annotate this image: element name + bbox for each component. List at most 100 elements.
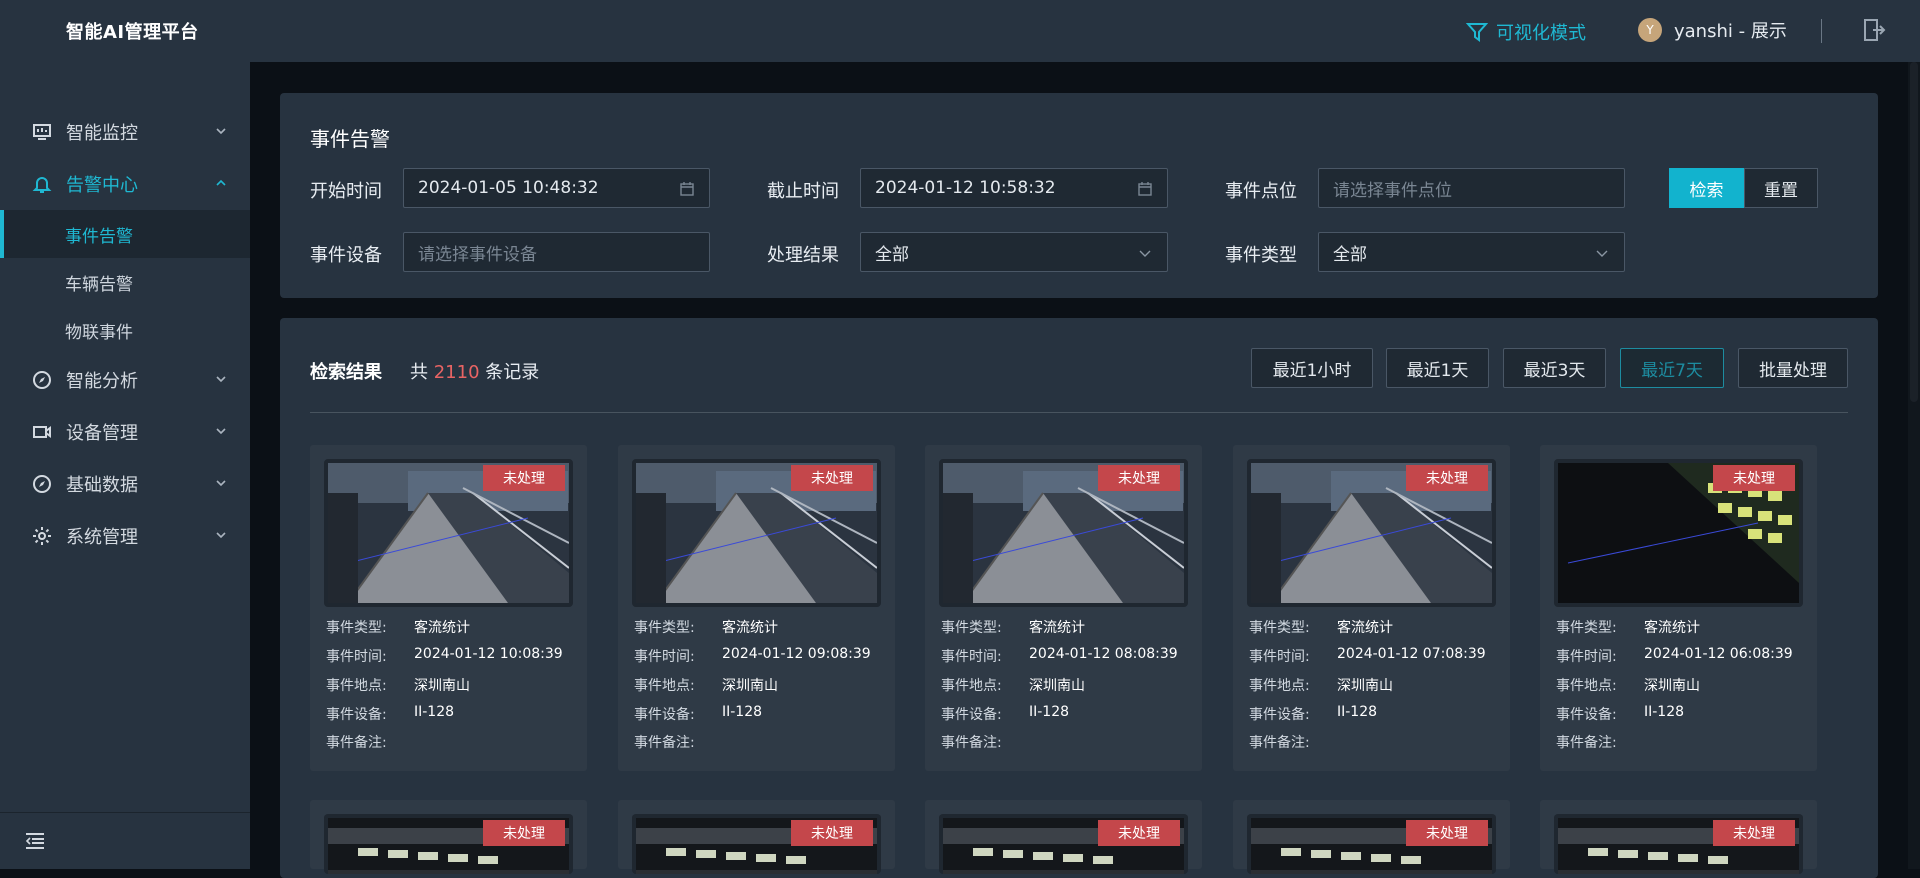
compass-icon: [32, 474, 52, 494]
chevron-down-icon: [216, 128, 226, 135]
batch-process-button[interactable]: 批量处理: [1738, 348, 1848, 388]
sidebar-item-device[interactable]: 设备管理: [0, 406, 250, 458]
sidebar-item-label: 智能监控: [66, 123, 138, 144]
event-type-row: 事件类型: 客流统计: [634, 617, 778, 637]
event-device-select[interactable]: 请选择事件设备: [403, 232, 710, 272]
event-time-row: 事件时间: 2024-01-12 10:08:39: [326, 646, 563, 666]
sidebar-item-system[interactable]: 系统管理: [0, 510, 250, 562]
status-badge: 未处理: [791, 820, 873, 846]
sidebar-item-monitor[interactable]: 智能监控: [0, 106, 250, 158]
event-thumbnail[interactable]: 未处理: [939, 459, 1188, 607]
event-note-row: 事件备注:: [326, 732, 414, 752]
start-time-input[interactable]: 2024-01-05 10:48:32: [403, 168, 710, 208]
event-time-key: 事件时间:: [1556, 649, 1617, 665]
search-button[interactable]: 检索: [1669, 168, 1744, 208]
status-badge: 未处理: [1406, 820, 1488, 846]
event-note-row: 事件备注:: [634, 732, 722, 752]
divider: [1821, 19, 1822, 43]
status-badge: 未处理: [1713, 465, 1795, 491]
visual-mode-link[interactable]: 可视化模式: [1466, 19, 1586, 45]
count-prefix: 共: [410, 362, 428, 383]
event-place-key: 事件地点:: [941, 678, 1002, 694]
result-count: 共 2110 条记录: [410, 358, 539, 384]
event-thumbnail[interactable]: 未处理: [1554, 814, 1803, 874]
event-card[interactable]: 未处理: [1233, 800, 1510, 874]
event-time-value: 2024-01-12 07:08:39: [1337, 646, 1486, 662]
event-type-value: 客流统计: [1337, 620, 1393, 636]
event-thumbnail[interactable]: 未处理: [632, 814, 881, 874]
sidebar-subitem-iot-event[interactable]: 物联事件: [0, 306, 250, 354]
monitor-icon: [32, 122, 52, 142]
event-card[interactable]: 未处理 事件类型: 客流统计 事件时间: 2024-01-12 10:08:39…: [310, 445, 587, 771]
event-time-key: 事件时间:: [326, 649, 387, 665]
event-thumbnail[interactable]: 未处理: [1247, 459, 1496, 607]
event-thumbnail[interactable]: 未处理: [1554, 459, 1803, 607]
event-card[interactable]: 未处理: [1540, 800, 1817, 874]
range-1-day-button[interactable]: 最近1天: [1386, 348, 1489, 388]
event-time-key: 事件时间:: [1249, 649, 1310, 665]
event-card[interactable]: 未处理 事件类型: 客流统计 事件时间: 2024-01-12 07:08:39…: [1233, 445, 1510, 771]
event-device-row: 事件设备: II-128: [941, 704, 1069, 724]
filter-icon: [1466, 23, 1488, 42]
top-bar: 智能AI管理平台 可视化模式 Y yanshi - 展示: [0, 0, 1920, 62]
event-card[interactable]: 未处理 事件类型: 客流统计 事件时间: 2024-01-12 08:08:39…: [925, 445, 1202, 771]
logout-icon[interactable]: [1862, 18, 1886, 42]
event-card[interactable]: 未处理 事件类型: 客流统计 事件时间: 2024-01-12 06:08:39…: [1540, 445, 1817, 771]
event-point-select[interactable]: 请选择事件点位: [1318, 168, 1625, 208]
scroll-thumb[interactable]: [1910, 62, 1918, 402]
sidebar-item-analysis[interactable]: 智能分析: [0, 354, 250, 406]
event-thumbnail[interactable]: 未处理: [1247, 814, 1496, 874]
status-badge: 未处理: [1098, 465, 1180, 491]
sidebar-subitem-vehicle-alarm[interactable]: 车辆告警: [0, 258, 250, 306]
scrollbar[interactable]: [1908, 62, 1920, 869]
sidebar-subitem-event-alarm[interactable]: 事件告警: [0, 210, 250, 258]
range-1-hour-button[interactable]: 最近1小时: [1251, 348, 1373, 388]
event-type-row: 事件类型: 客流统计: [326, 617, 470, 637]
sidebar-collapse-bar: [0, 812, 250, 869]
event-card[interactable]: 未处理: [618, 800, 895, 874]
event-time-value: 2024-01-12 10:08:39: [414, 646, 563, 662]
end-time-input[interactable]: 2024-01-12 10:58:32: [860, 168, 1168, 208]
event-device-value: II-128: [1029, 704, 1070, 720]
sidebar-item-alarm-center[interactable]: 告警中心: [0, 158, 250, 210]
event-type-key: 事件类型:: [1249, 620, 1310, 636]
range-3-day-button[interactable]: 最近3天: [1503, 348, 1606, 388]
user-menu[interactable]: Y yanshi - 展示: [1638, 17, 1787, 43]
sidebar-item-label: 基础数据: [66, 475, 138, 496]
event-thumbnail[interactable]: 未处理: [324, 814, 573, 874]
result-select[interactable]: 全部: [860, 232, 1168, 272]
event-thumbnail[interactable]: 未处理: [632, 459, 881, 607]
event-note-row: 事件备注:: [941, 732, 1029, 752]
event-thumbnail[interactable]: 未处理: [324, 459, 573, 607]
event-device-key: 事件设备:: [326, 707, 387, 723]
event-card[interactable]: 未处理: [310, 800, 587, 874]
event-place-value: 深圳南山: [414, 678, 470, 694]
event-card[interactable]: 未处理: [925, 800, 1202, 874]
event-thumbnail[interactable]: 未处理: [939, 814, 1188, 874]
event-device-row: 事件设备: II-128: [1249, 704, 1377, 724]
sidebar-item-label: 系统管理: [66, 527, 138, 548]
event-type-select[interactable]: 全部: [1318, 232, 1625, 272]
event-note-row: 事件备注:: [1556, 732, 1644, 752]
sidebar-item-basic-data[interactable]: 基础数据: [0, 458, 250, 510]
event-device-key: 事件设备:: [941, 707, 1002, 723]
reset-button[interactable]: 重置: [1744, 168, 1818, 208]
event-note-key: 事件备注:: [326, 735, 387, 751]
event-device-value: II-128: [722, 704, 763, 720]
range-7-day-button[interactable]: 最近7天: [1620, 348, 1724, 388]
chevron-up-icon: [216, 179, 226, 186]
event-type-row: 事件类型: 客流统计: [941, 617, 1085, 637]
event-device-value: II-128: [414, 704, 455, 720]
event-place-key: 事件地点:: [326, 678, 387, 694]
calendar-icon: [680, 182, 694, 196]
event-type-row: 事件类型: 客流统计: [1249, 617, 1393, 637]
event-device-row: 事件设备: II-128: [326, 704, 454, 724]
event-card[interactable]: 未处理 事件类型: 客流统计 事件时间: 2024-01-12 09:08:39…: [618, 445, 895, 771]
sidebar-item-label: 告警中心: [66, 175, 138, 196]
collapse-menu-icon[interactable]: [24, 831, 46, 851]
event-place-key: 事件地点:: [1556, 678, 1617, 694]
event-note-key: 事件备注:: [634, 735, 695, 751]
status-badge: 未处理: [1406, 465, 1488, 491]
calendar-icon: [1138, 182, 1152, 196]
event-time-value: 2024-01-12 08:08:39: [1029, 646, 1178, 662]
